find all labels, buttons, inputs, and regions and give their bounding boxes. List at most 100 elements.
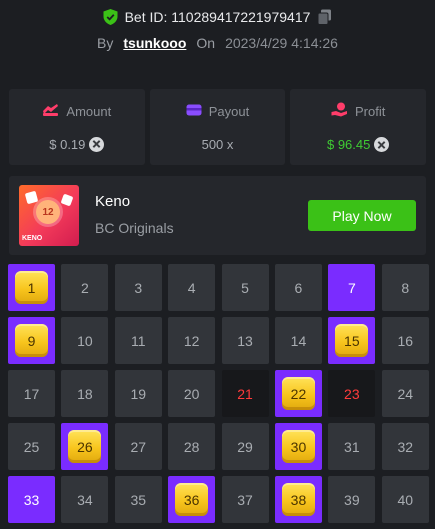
keno-thumbnail[interactable]: 12 KENO	[19, 185, 79, 246]
tile-number: 29	[237, 438, 253, 455]
keno-tile[interactable]: 14	[274, 317, 322, 364]
tile-number: 1	[27, 279, 36, 296]
keno-tile[interactable]: 37	[221, 476, 269, 523]
coin-icon	[374, 137, 390, 152]
keno-tile[interactable]: 4	[168, 264, 216, 311]
keno-tile[interactable]: 25	[8, 423, 55, 470]
keno-tile[interactable]: 20	[168, 370, 216, 417]
gold-gem-icon: 26	[68, 430, 102, 463]
tile-number: 27	[130, 438, 147, 455]
tile-number: 18	[77, 385, 93, 402]
keno-tile[interactable]: 35	[114, 476, 162, 523]
keno-tile[interactable]: 39	[328, 476, 376, 523]
stat-payout: Payout 500 x	[149, 89, 286, 165]
payout-icon	[186, 103, 202, 120]
thumb-ball-number: 12	[42, 206, 54, 218]
keno-tile[interactable]: 6	[274, 264, 322, 311]
keno-tile[interactable]: 2	[61, 264, 109, 311]
bet-id: Bet ID: 110289417221979417	[124, 9, 311, 25]
stat-profit: Profit $ 96.45	[290, 89, 427, 165]
keno-tile[interactable]: 16	[381, 317, 429, 364]
tile-number: 9	[27, 332, 36, 349]
keno-tile[interactable]: 34	[61, 476, 109, 523]
tile-number: 15	[344, 332, 360, 349]
keno-tile[interactable]: 18	[61, 370, 109, 417]
keno-tile[interactable]: 5	[221, 264, 269, 311]
keno-tile[interactable]: 21	[221, 370, 269, 417]
bet-header: Bet ID: 110289417221979417	[0, 6, 435, 28]
gold-gem-icon: 36	[175, 483, 209, 516]
keno-tile[interactable]: 31	[328, 423, 376, 470]
keno-tile[interactable]: 17	[8, 370, 55, 417]
tile-number: 26	[77, 438, 93, 455]
bet-stats: Amount $ 0.19 Payout 500 x Profit $ 96.4…	[9, 89, 427, 165]
keno-tile[interactable]: 26	[61, 423, 109, 470]
keno-tile[interactable]: 8	[381, 264, 429, 311]
keno-tile[interactable]: 36	[168, 476, 216, 523]
by-label: By	[97, 35, 114, 51]
game-name: Keno	[95, 193, 131, 210]
keno-tile[interactable]: 9	[8, 317, 55, 364]
tile-number: 22	[290, 385, 307, 402]
bet-datetime: 2023/4/29 4:14:26	[225, 35, 338, 51]
keno-tile[interactable]: 29	[221, 423, 269, 470]
keno-tile[interactable]: 19	[114, 370, 162, 417]
keno-tile[interactable]: 1	[8, 264, 55, 311]
game-provider: BC Originals	[95, 220, 174, 236]
gold-gem-icon: 1	[15, 271, 48, 304]
stat-payout-label: Payout	[208, 103, 250, 119]
keno-tile[interactable]: 22	[274, 370, 322, 417]
tile-number: 16	[397, 332, 414, 349]
keno-tile[interactable]: 11	[114, 317, 162, 364]
keno-tile[interactable]: 40	[381, 476, 429, 523]
tile-number: 10	[77, 332, 93, 349]
tile-number: 21	[237, 385, 253, 402]
keno-tile[interactable]: 33	[8, 476, 55, 523]
gold-gem-icon: 30	[281, 430, 315, 463]
keno-board: 1 2 3 4 5 6 7 8 9 10 11 12 13 14 15 16 17 18 19 20 21 22 23 24 2…	[8, 264, 429, 523]
keno-ball-icon: 12	[36, 200, 60, 224]
play-now-button[interactable]: Play Now	[308, 200, 416, 231]
tile-number: 23	[344, 385, 360, 402]
tile-number: 30	[290, 438, 307, 455]
tile-number: 2	[80, 279, 89, 296]
keno-tile[interactable]: 23	[328, 370, 376, 417]
stat-profit-value: $ 96.45	[326, 137, 371, 152]
keno-tile[interactable]: 15	[328, 317, 376, 364]
keno-tile[interactable]: 7	[328, 264, 376, 311]
keno-tile[interactable]: 38	[274, 476, 322, 523]
stat-profit-label: Profit	[355, 103, 386, 119]
stat-payout-value: 500 x	[201, 136, 234, 152]
thumb-label: KENO	[22, 235, 43, 242]
keno-tile[interactable]: 13	[221, 317, 269, 364]
stat-amount: Amount $ 0.19	[9, 89, 145, 165]
tile-number: 36	[183, 491, 200, 508]
dice-icon	[24, 190, 39, 205]
tile-number: 39	[344, 491, 360, 508]
keno-tile[interactable]: 32	[381, 423, 429, 470]
copy-icon[interactable]	[317, 9, 332, 25]
tile-number: 31	[344, 438, 360, 455]
keno-tile[interactable]: 28	[168, 423, 216, 470]
tile-number: 6	[294, 279, 303, 296]
stat-amount-value: $ 0.19	[49, 136, 86, 152]
tile-number: 32	[397, 438, 414, 455]
tile-number: 34	[77, 491, 93, 508]
keno-tile[interactable]: 12	[168, 317, 216, 364]
tile-number: 8	[401, 279, 410, 296]
tile-number: 4	[187, 279, 196, 296]
tile-number: 35	[130, 491, 147, 508]
bet-meta: By tsunkooo On 2023/4/29 4:14:26	[0, 33, 435, 53]
keno-tile[interactable]: 24	[381, 370, 429, 417]
keno-tile[interactable]: 3	[114, 264, 162, 311]
profit-icon	[331, 102, 348, 120]
keno-tile[interactable]: 27	[114, 423, 162, 470]
tile-number: 38	[290, 491, 307, 508]
amount-icon	[42, 103, 59, 120]
keno-tile[interactable]: 10	[61, 317, 109, 364]
username-link[interactable]: tsunkooo	[123, 35, 186, 51]
coin-icon	[89, 136, 105, 152]
tile-number: 3	[134, 279, 143, 296]
keno-tile[interactable]: 30	[274, 423, 322, 470]
game-card: 12 KENO Keno BC Originals Play Now	[9, 176, 426, 255]
